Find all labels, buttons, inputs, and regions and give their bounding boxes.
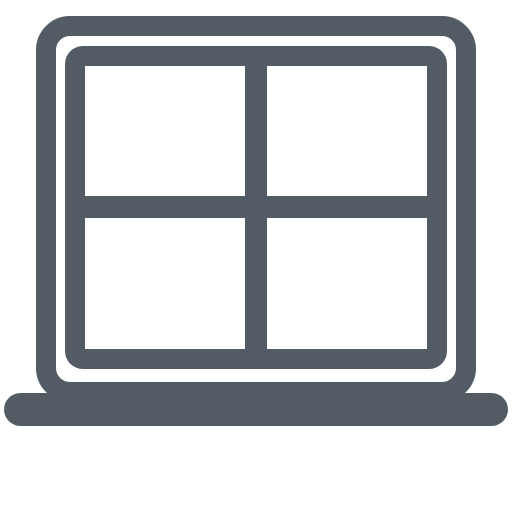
window-icon — [4, 16, 508, 426]
window-sill — [4, 393, 508, 426]
icon-canvas — [0, 0, 512, 512]
